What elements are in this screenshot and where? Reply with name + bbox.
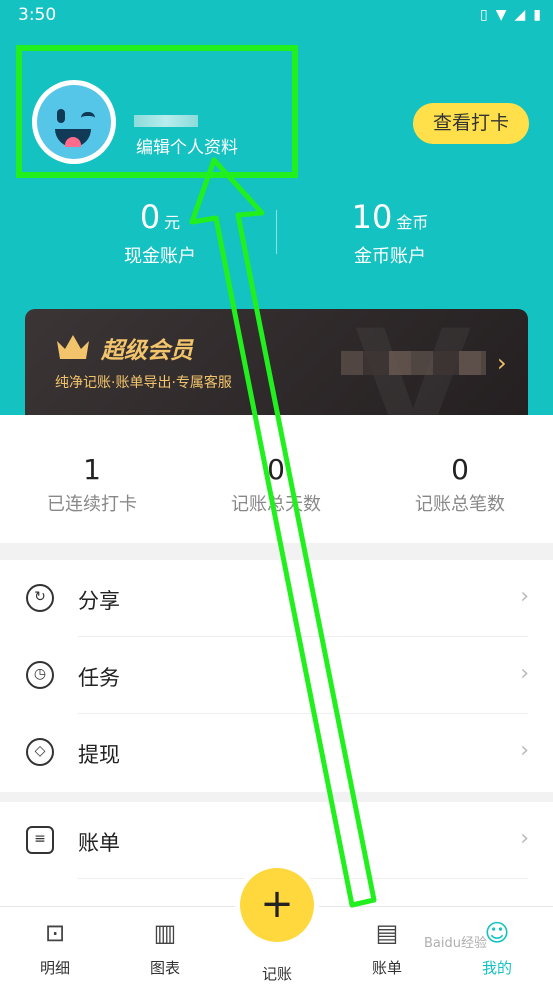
clock-icon: ◷	[26, 661, 54, 689]
chevron-right-icon: ›	[520, 826, 529, 851]
menu-item-label: 账单	[78, 831, 120, 855]
stat-streak: 1 已连续打卡	[0, 453, 184, 516]
tab-label: 我的	[481, 959, 512, 977]
annotation-highlight-box	[16, 45, 298, 178]
crown-icon	[57, 335, 89, 359]
tab-label: 记账	[261, 965, 292, 983]
coin-label: 金币账户	[354, 246, 426, 267]
stats-panel: 1 已连续打卡 0 记账总天数 0 记账总笔数	[0, 415, 553, 543]
chevron-right-icon: ›	[497, 349, 507, 377]
vip-blurred-info	[341, 351, 486, 375]
stat-total-days: 0 记账总天数	[184, 453, 368, 516]
cash-unit: 元	[164, 213, 181, 232]
coin-unit: 金币	[396, 213, 429, 232]
withdraw-icon: ◇	[26, 738, 54, 766]
battery-icon: ▮	[533, 7, 541, 23]
coin-account[interactable]: 10 金币 金币账户	[290, 198, 490, 268]
signal-icon: ◢	[514, 7, 526, 23]
tab-label: 明细	[39, 959, 70, 977]
cash-value: 0	[139, 198, 161, 236]
stat-total-entries: 0 记账总笔数	[368, 453, 552, 516]
wifi-icon: ▼	[495, 7, 507, 23]
stat-total-days-label: 记账总天数	[231, 494, 321, 515]
detail-icon: ⊡	[44, 919, 66, 947]
chevron-right-icon: ›	[520, 661, 529, 686]
view-checkin-button[interactable]: 查看打卡	[413, 103, 529, 144]
menu-item-tasks[interactable]: ◷ 任务 ›	[0, 637, 553, 714]
stat-streak-value: 1	[83, 453, 101, 486]
vip-subtitle: 纯净记账·账单导出·专属客服	[55, 375, 232, 391]
cash-label: 现金账户	[124, 246, 196, 267]
tab-label: 账单	[371, 959, 402, 977]
watermark: Baidu经验	[424, 936, 487, 951]
menu-item-label: 任务	[78, 666, 120, 690]
cash-account[interactable]: 0元 现金账户	[60, 198, 260, 268]
status-bar: 3:50 ▯ ▼ ◢ ▮	[0, 0, 553, 30]
tab-record[interactable]: 记账	[232, 955, 322, 984]
tab-label: 图表	[149, 959, 180, 977]
tab-bill[interactable]: ▤ 账单	[342, 917, 432, 978]
bill-icon: ≡	[26, 826, 54, 854]
menu-item-withdraw[interactable]: ◇ 提现 ›	[0, 714, 553, 791]
chevron-right-icon: ›	[520, 584, 529, 609]
menu-item-label: 提现	[78, 743, 120, 767]
menu-item-label: 分享	[78, 589, 120, 613]
stat-total-entries-label: 记账总笔数	[415, 494, 505, 515]
stat-total-entries-value: 0	[451, 453, 469, 486]
vip-title: 超级会员	[101, 338, 193, 364]
chevron-right-icon: ›	[520, 738, 529, 763]
add-record-button[interactable]: +	[240, 868, 314, 942]
share-icon: ↻	[26, 584, 54, 612]
coin-value: 10	[351, 198, 393, 236]
vibrate-icon: ▯	[480, 7, 488, 23]
status-icons: ▯ ▼ ◢ ▮	[480, 6, 541, 24]
stat-divider	[276, 210, 277, 254]
tab-detail[interactable]: ⊡ 明细	[10, 917, 100, 978]
status-time: 3:50	[18, 5, 57, 25]
tab-chart[interactable]: ▥ 图表	[120, 917, 210, 978]
menu-group-1: ↻ 分享 › ◷ 任务 › ◇ 提现 ›	[0, 560, 553, 792]
bill-icon: ▤	[375, 919, 399, 947]
stat-streak-label: 已连续打卡	[47, 494, 137, 515]
stat-total-days-value: 0	[267, 453, 285, 486]
chart-icon: ▥	[153, 919, 177, 947]
vip-card[interactable]: V 超级会员 纯净记账·账单导出·专属客服 ›	[25, 309, 528, 419]
menu-item-share[interactable]: ↻ 分享 ›	[0, 560, 553, 637]
